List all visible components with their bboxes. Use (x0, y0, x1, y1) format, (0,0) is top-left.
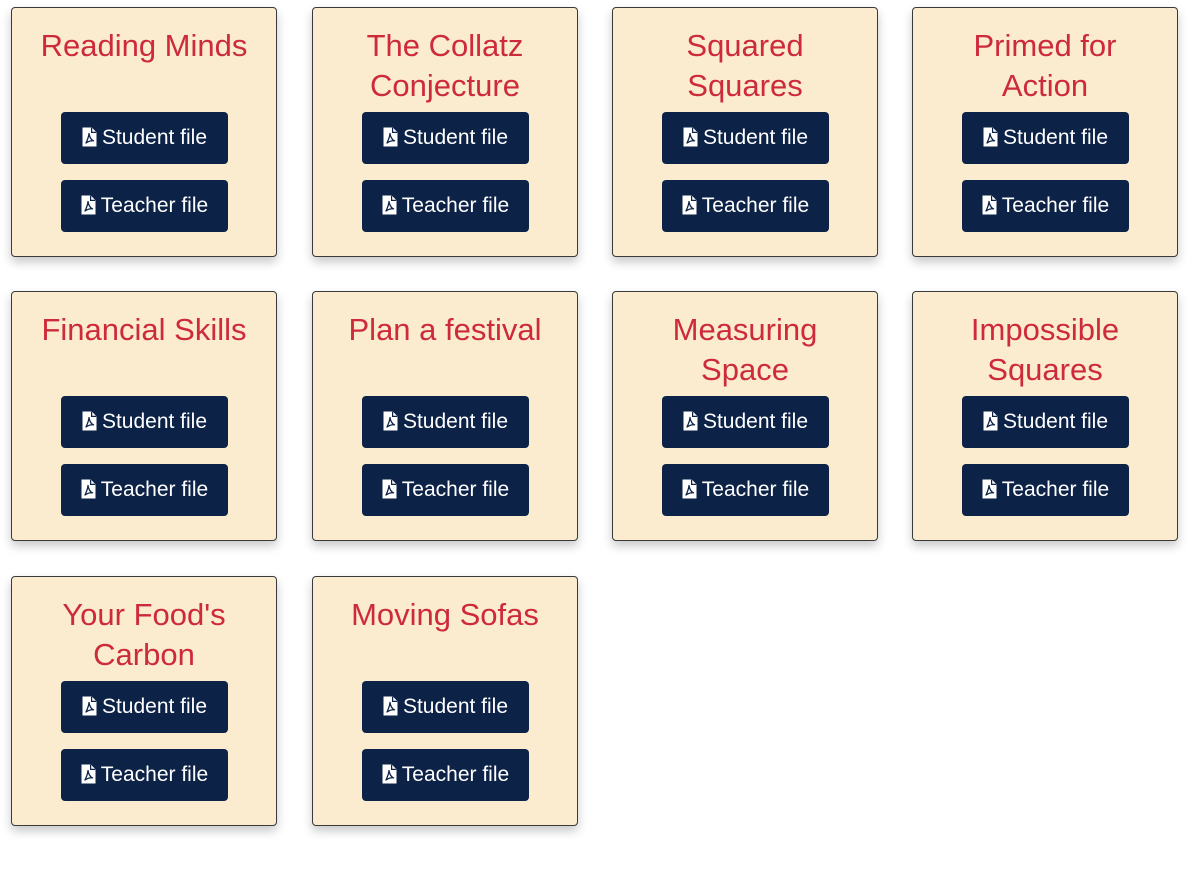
file-pdf-icon (383, 127, 398, 147)
student-file-button[interactable]: Student file (61, 396, 228, 448)
file-pdf-icon (683, 127, 698, 147)
card-title: Plan a festival (348, 312, 542, 347)
file-pdf-icon (383, 696, 398, 716)
student-file-button[interactable]: Student file (61, 681, 228, 733)
card-title: The Collatz Conjecture (366, 28, 524, 103)
file-pdf-icon (382, 479, 397, 499)
student-file-button[interactable]: Student file (962, 396, 1129, 448)
resource-card: Measuring Space Student file Teacher fil… (612, 291, 878, 541)
file-pdf-icon (683, 411, 698, 431)
resource-card: Squared Squares Student file Teacher fil… (612, 7, 878, 257)
resource-card: Moving Sofas Student file Teacher file (312, 576, 578, 826)
file-pdf-icon (81, 195, 96, 215)
teacher-file-button[interactable]: Teacher file (61, 464, 228, 516)
teacher-file-button[interactable]: Teacher file (362, 464, 529, 516)
teacher-file-label: Teacher file (701, 194, 810, 217)
resource-card: Impossible Squares Student file Teacher … (912, 291, 1178, 541)
teacher-file-button[interactable]: Teacher file (61, 749, 228, 801)
teacher-file-button[interactable]: Teacher file (662, 180, 829, 232)
card-title: Measuring Space (672, 312, 818, 387)
student-file-label: Student file (101, 410, 208, 433)
resource-card: Plan a festival Student file Teacher fil… (312, 291, 578, 541)
student-file-label: Student file (702, 410, 809, 433)
student-file-button[interactable]: Student file (61, 112, 228, 164)
teacher-file-label: Teacher file (1001, 194, 1110, 217)
resource-card: Your Food's Carbon Footprint Student fil… (11, 576, 277, 826)
file-pdf-icon (81, 479, 96, 499)
teacher-file-button[interactable]: Teacher file (962, 180, 1129, 232)
file-pdf-icon (382, 764, 397, 784)
teacher-file-label: Teacher file (1001, 478, 1110, 501)
card-title: Reading Minds (40, 28, 248, 63)
teacher-file-label: Teacher file (401, 478, 510, 501)
teacher-file-button[interactable]: Teacher file (962, 464, 1129, 516)
student-file-label: Student file (402, 126, 509, 149)
student-file-button[interactable]: Student file (662, 396, 829, 448)
student-file-label: Student file (1002, 410, 1109, 433)
resource-card: Reading Minds Student file Teacher file (11, 7, 277, 257)
resource-card: The Collatz Conjecture Student file Teac… (312, 7, 578, 257)
teacher-file-button[interactable]: Teacher file (662, 464, 829, 516)
student-file-button[interactable]: Student file (362, 396, 529, 448)
student-file-label: Student file (402, 695, 509, 718)
student-file-label: Student file (1002, 126, 1109, 149)
student-file-button[interactable]: Student file (362, 112, 529, 164)
teacher-file-label: Teacher file (100, 478, 209, 501)
teacher-file-button[interactable]: Teacher file (362, 749, 529, 801)
teacher-file-label: Teacher file (100, 194, 209, 217)
file-pdf-icon (382, 195, 397, 215)
file-pdf-icon (82, 127, 97, 147)
student-file-label: Student file (101, 695, 208, 718)
file-pdf-icon (81, 764, 96, 784)
resource-card: Financial Skills Student file Teacher fi… (11, 291, 277, 541)
file-pdf-icon (983, 411, 998, 431)
student-file-button[interactable]: Student file (962, 112, 1129, 164)
file-pdf-icon (682, 195, 697, 215)
file-pdf-icon (982, 195, 997, 215)
file-pdf-icon (682, 479, 697, 499)
teacher-file-label: Teacher file (401, 763, 510, 786)
student-file-label: Student file (402, 410, 509, 433)
student-file-label: Student file (702, 126, 809, 149)
student-file-button[interactable]: Student file (362, 681, 529, 733)
student-file-label: Student file (101, 126, 208, 149)
teacher-file-label: Teacher file (100, 763, 209, 786)
teacher-file-label: Teacher file (701, 478, 810, 501)
card-title: Primed for Action (973, 28, 1117, 103)
file-pdf-icon (983, 127, 998, 147)
card-title: Financial Skills (41, 312, 247, 347)
resource-card-grid: Reading Minds Student file Teacher file … (0, 0, 1200, 884)
teacher-file-button[interactable]: Teacher file (61, 180, 228, 232)
card-title: Impossible Squares (970, 312, 1120, 387)
file-pdf-icon (982, 479, 997, 499)
file-pdf-icon (82, 411, 97, 431)
card-title: Moving Sofas (351, 597, 539, 632)
file-pdf-icon (82, 696, 97, 716)
file-pdf-icon (383, 411, 398, 431)
student-file-button[interactable]: Student file (662, 112, 829, 164)
resource-card: Primed for Action Student file Teacher f… (912, 7, 1178, 257)
card-title: Squared Squares (686, 28, 804, 103)
teacher-file-label: Teacher file (401, 194, 510, 217)
teacher-file-button[interactable]: Teacher file (362, 180, 529, 232)
